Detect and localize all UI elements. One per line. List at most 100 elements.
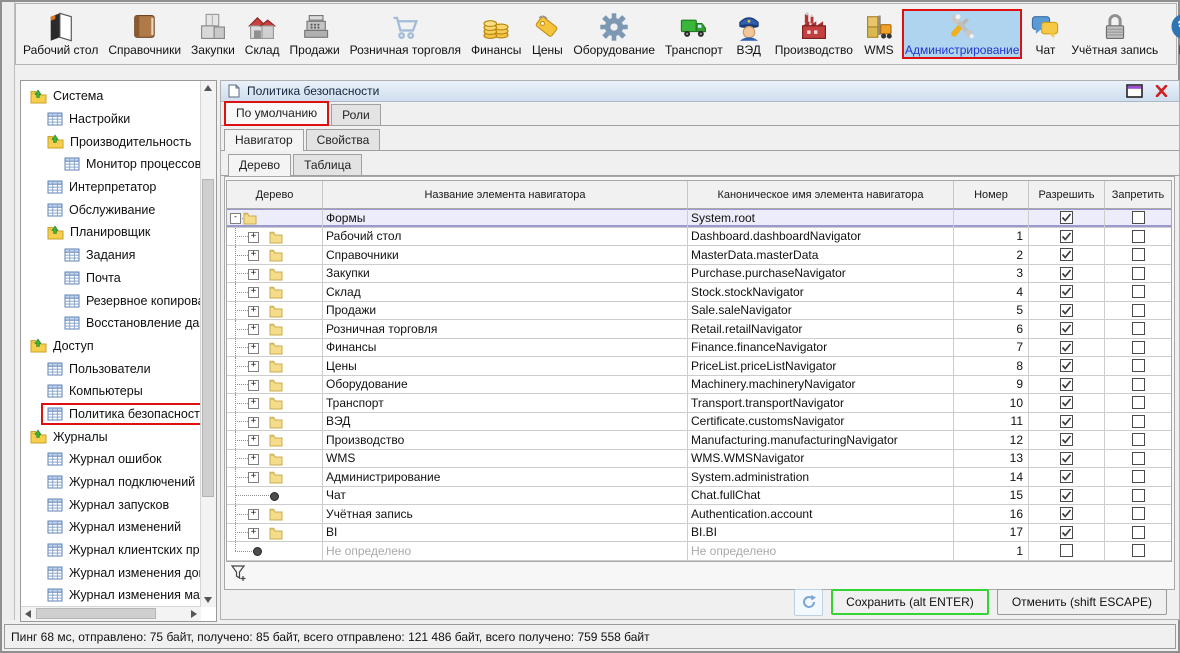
allow-checkbox[interactable] (1060, 230, 1073, 243)
table-row[interactable]: +ТранспортTransport.transportNavigator10 (227, 394, 1171, 413)
sidebar-item[interactable]: Обслуживание (21, 198, 201, 221)
sidebar-item[interactable]: Журнал изменения докум (21, 561, 201, 584)
expand-expander-icon[interactable]: + (248, 435, 259, 446)
table-row[interactable]: +ЦеныPriceList.priceListNavigator8 (227, 357, 1171, 376)
sidebar-item[interactable]: Журнал подключений (21, 471, 201, 494)
allow-checkbox[interactable] (1060, 248, 1073, 261)
toolbar-item-retail[interactable]: Розничная торговля (347, 9, 464, 59)
deny-checkbox[interactable] (1132, 378, 1145, 391)
sidebar-item[interactable]: Задания (21, 244, 201, 267)
table-row[interactable]: +СкладStock.stockNavigator4 (227, 283, 1171, 302)
deny-checkbox[interactable] (1132, 396, 1145, 409)
scroll-up-arrow-icon[interactable] (201, 81, 215, 95)
sidebar-horizontal-scrollbar[interactable] (21, 606, 201, 621)
allow-checkbox[interactable] (1060, 507, 1073, 520)
allow-checkbox[interactable] (1060, 378, 1073, 391)
sidebar-item[interactable]: Политика безопасности (21, 403, 201, 426)
sidebar-item[interactable]: Производительность (21, 130, 201, 153)
sidebar-item[interactable]: Восстановление данных (21, 312, 201, 335)
expand-expander-icon[interactable]: + (248, 472, 259, 483)
expand-expander-icon[interactable]: + (248, 343, 259, 354)
tab-properties[interactable]: Свойства (306, 129, 381, 150)
toolbar-item-finance[interactable]: Финансы (468, 9, 524, 59)
expand-expander-icon[interactable]: + (248, 509, 259, 520)
scroll-right-arrow-icon[interactable] (187, 607, 201, 621)
toolbar-item-customs[interactable]: ВЭД (730, 9, 768, 59)
table-row[interactable]: +ВЭДCertificate.customsNavigator11 (227, 413, 1171, 432)
sidebar-item[interactable]: Компьютеры (21, 380, 201, 403)
deny-checkbox[interactable] (1132, 526, 1145, 539)
maximize-button[interactable] (1126, 83, 1143, 98)
table-row[interactable]: +СправочникиMasterData.masterData2 (227, 246, 1171, 265)
sidebar-vertical-scrollbar[interactable] (200, 81, 216, 607)
sidebar-item[interactable]: Планировщик (21, 221, 201, 244)
allow-checkbox[interactable] (1060, 415, 1073, 428)
sidebar-item[interactable]: Журнал ошибок (21, 448, 201, 471)
sidebar-item[interactable]: Журнал изменения матри (21, 584, 201, 607)
deny-checkbox[interactable] (1132, 470, 1145, 483)
expand-expander-icon[interactable]: + (248, 250, 259, 261)
toolbar-item-wms[interactable]: WMS (860, 9, 898, 59)
deny-checkbox[interactable] (1132, 211, 1145, 224)
deny-checkbox[interactable] (1132, 267, 1145, 280)
allow-checkbox[interactable] (1060, 452, 1073, 465)
deny-checkbox[interactable] (1132, 248, 1145, 261)
table-row[interactable]: +Учётная записьAuthentication.account16 (227, 505, 1171, 524)
deny-checkbox[interactable] (1132, 230, 1145, 243)
allow-checkbox[interactable] (1060, 396, 1073, 409)
allow-checkbox[interactable] (1060, 526, 1073, 539)
allow-checkbox[interactable] (1060, 544, 1073, 557)
expand-expander-icon[interactable]: + (248, 324, 259, 335)
scroll-left-arrow-icon[interactable] (21, 607, 35, 621)
sidebar-item[interactable]: Журналы (21, 425, 201, 448)
allow-checkbox[interactable] (1060, 341, 1073, 354)
toolbar-item-books[interactable]: Справочники (105, 9, 184, 59)
expand-expander-icon[interactable]: + (248, 398, 259, 409)
tab-table[interactable]: Таблица (293, 154, 362, 175)
refresh-button[interactable] (794, 589, 823, 616)
allow-checkbox[interactable] (1060, 304, 1073, 317)
add-filter-icon[interactable] (231, 565, 253, 585)
table-row[interactable]: +WMSWMS.WMSNavigator13 (227, 450, 1171, 469)
tab-default-policy[interactable]: По умолчанию (224, 101, 329, 126)
allow-checkbox[interactable] (1060, 211, 1073, 224)
allow-checkbox[interactable] (1060, 267, 1073, 280)
table-row[interactable]: +ПроизводствоManufacturing.manufacturing… (227, 431, 1171, 450)
expand-expander-icon[interactable]: + (248, 232, 259, 243)
vertical-scroll-thumb[interactable] (202, 179, 214, 497)
toolbar-item-bi[interactable]: BI (1165, 9, 1180, 59)
toolbar-item-desktop[interactable]: Рабочий стол (20, 9, 101, 59)
close-button[interactable] (1153, 83, 1170, 98)
expand-expander-icon[interactable]: + (248, 306, 259, 317)
allow-checkbox[interactable] (1060, 470, 1073, 483)
toolbar-item-manufacturing[interactable]: Производство (772, 9, 856, 59)
allow-checkbox[interactable] (1060, 489, 1073, 502)
expand-expander-icon[interactable]: + (248, 528, 259, 539)
sidebar-item[interactable]: Интерпретатор (21, 176, 201, 199)
deny-checkbox[interactable] (1132, 341, 1145, 354)
toolbar-item-stock[interactable]: Склад (242, 9, 283, 59)
sidebar-item[interactable]: Журнал запусков (21, 493, 201, 516)
expand-expander-icon[interactable]: + (248, 361, 259, 372)
deny-checkbox[interactable] (1132, 322, 1145, 335)
sidebar-item[interactable]: Доступ (21, 335, 201, 358)
table-row[interactable]: Не определеноНе определено1 (227, 542, 1171, 561)
tab-tree[interactable]: Дерево (228, 154, 291, 176)
deny-checkbox[interactable] (1132, 544, 1145, 557)
table-row[interactable]: +ОборудованиеMachinery.machineryNavigato… (227, 376, 1171, 395)
deny-checkbox[interactable] (1132, 452, 1145, 465)
toolbar-item-sale[interactable]: Продажи (287, 9, 343, 59)
sidebar-item[interactable]: Монитор процессов (21, 153, 201, 176)
allow-checkbox[interactable] (1060, 285, 1073, 298)
scroll-down-arrow-icon[interactable] (201, 593, 215, 607)
toolbar-item-account[interactable]: Учётная запись (1068, 9, 1161, 59)
expand-expander-icon[interactable]: + (248, 287, 259, 298)
collapse-expander-icon[interactable]: - (230, 213, 241, 224)
table-row[interactable]: +Розничная торговляRetail.retailNavigato… (227, 320, 1171, 339)
table-row[interactable]: ЧатChat.fullChat15 (227, 487, 1171, 506)
tab-navigator[interactable]: Навигатор (224, 129, 304, 151)
sidebar-item[interactable]: Резервное копирование (21, 289, 201, 312)
tab-roles[interactable]: Роли (331, 104, 381, 125)
expand-expander-icon[interactable]: + (248, 380, 259, 391)
deny-checkbox[interactable] (1132, 489, 1145, 502)
